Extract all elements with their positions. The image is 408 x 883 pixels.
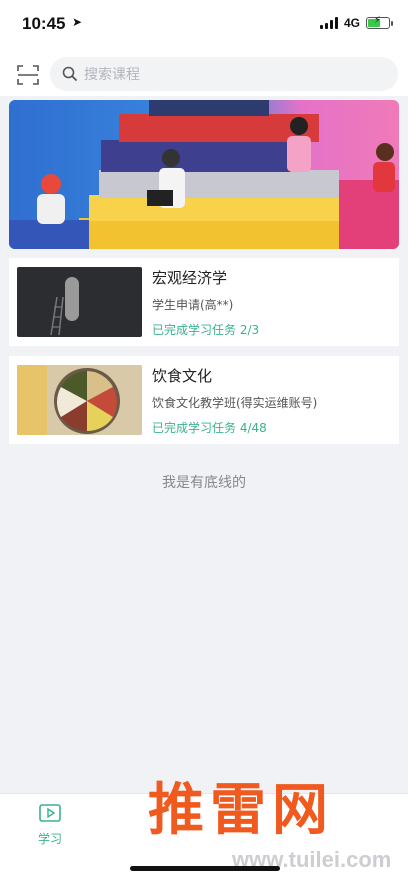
course-thumbnail — [17, 365, 142, 435]
watermark-logo-text: 推雷网 — [148, 778, 334, 843]
status-time: 10:45 — [22, 14, 66, 33]
course-class: 饮食文化教学班(得实运维账号) — [152, 395, 318, 410]
course-progress: 已完成学习任务 4/48 — [152, 420, 267, 435]
course-card[interactable]: 宏观经济学 学生申请(高**) 已完成学习任务 2/3 — [9, 258, 399, 346]
banner-image[interactable] — [9, 100, 399, 249]
end-of-list-note: 我是有底线的 — [162, 475, 246, 491]
search-input[interactable]: 搜索课程 — [50, 57, 398, 91]
network-type: 4G — [343, 16, 360, 30]
course-card[interactable]: 饮食文化 饮食文化教学班(得实运维账号) 已完成学习任务 4/48 — [9, 356, 399, 444]
course-title: 饮食文化 — [152, 366, 213, 385]
course-class: 学生申请(高**) — [152, 297, 234, 312]
signal-icon — [319, 17, 338, 29]
course-title: 宏观经济学 — [152, 268, 228, 287]
tab-study[interactable]: 学习 — [22, 804, 78, 847]
course-thumbnail — [17, 267, 142, 337]
home-indicator — [130, 866, 280, 871]
scan-icon[interactable] — [17, 65, 39, 85]
tab-study-label: 学习 — [37, 832, 62, 846]
course-progress: 已完成学习任务 2/3 — [152, 322, 260, 337]
location-arrow-icon: ➤ — [72, 15, 83, 29]
search-icon — [62, 66, 78, 82]
header: 搜索课程 — [0, 46, 408, 96]
search-placeholder: 搜索课程 — [84, 67, 140, 83]
battery-icon: ⚡ — [366, 15, 393, 29]
status-bar: 10:45 ➤ 4G ⚡ — [0, 0, 408, 46]
banner-illustration — [9, 100, 399, 249]
status-indicators: 4G ⚡ — [319, 15, 393, 30]
play-video-icon — [39, 804, 61, 822]
